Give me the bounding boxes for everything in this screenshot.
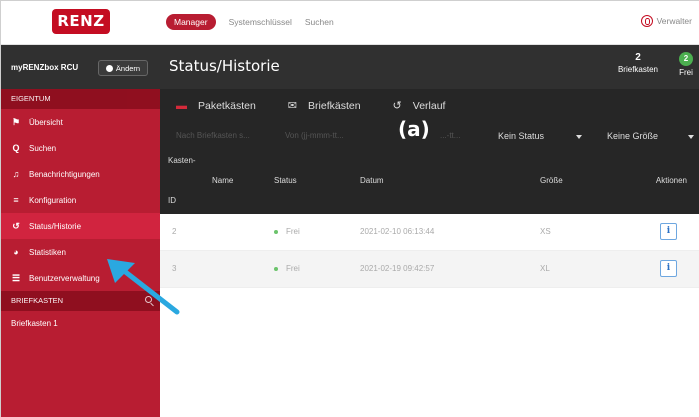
mailbox-search-icon[interactable] (145, 296, 152, 303)
change-button-label: Ändern (115, 63, 141, 73)
table-row[interactable]: 3 Frei 2021-02-19 09:42:57 XL i (160, 251, 699, 288)
sliders-icon: ≡ (13, 195, 19, 205)
history-icon: ↺ (12, 220, 20, 231)
info-button[interactable]: i (660, 223, 677, 240)
top-bar: RENZ Manager Systemschlüssel Suchen Verw… (1, 1, 699, 45)
column-status[interactable]: Status (274, 176, 297, 185)
sidebar-item-mailbox-1[interactable]: Briefkasten 1 (1, 311, 160, 336)
sidebar-item-notifications[interactable]: ♫ Benachrichtigungen (1, 161, 160, 187)
renz-logo[interactable]: RENZ (52, 9, 110, 34)
main-header: Status/Historie 2 Briefkasten 2 Frei (160, 45, 699, 89)
section-mailbox-label: BRIEFKASTEN (11, 296, 64, 305)
filter-bar: Nach Briefkasten s... Von (jj-mmm-tt... … (160, 117, 699, 150)
table-header: Kasten- ID Name Status Datum Größe Aktio… (160, 150, 699, 214)
stat-value: 2 (635, 52, 641, 63)
device-name: myRENZbox RCU (11, 62, 79, 72)
change-device-button[interactable]: Ändern (98, 60, 148, 76)
cell-size: XL (540, 264, 550, 273)
stat-label: Frei (679, 68, 693, 77)
status-filter-select[interactable]: Kein Status (498, 131, 583, 141)
cell-status: Frei (274, 264, 300, 273)
nav-search[interactable]: Suchen (305, 17, 334, 27)
sidebar-item-label: Übersicht (29, 117, 63, 127)
chevron-down-icon (688, 134, 695, 139)
column-id-line2: ID (168, 196, 176, 205)
table-row[interactable]: 2 Frei 2021-02-10 06:13:44 XS i (160, 214, 699, 251)
cell-status: Frei (274, 227, 300, 236)
cell-id: 2 (172, 227, 177, 236)
flag-icon: ⚑ (11, 116, 21, 127)
cell-id: 3 (172, 264, 177, 273)
history-icon: ↺ (392, 100, 402, 112)
pie-chart-icon: ◕ (13, 247, 19, 257)
column-actions: Aktionen (655, 176, 687, 185)
cell-size: XS (540, 227, 551, 236)
change-icon (105, 64, 113, 72)
sidebar-item-user-management[interactable]: ☰ Benutzerverwaltung (1, 265, 160, 291)
user-name: Verwalter (656, 16, 692, 26)
mailbox-filter-input[interactable]: Nach Briefkasten s... (176, 131, 250, 140)
tab-mailboxes[interactable]: ✉ Briefkästen (272, 89, 377, 122)
date-to-input[interactable]: ...-tt... (440, 131, 460, 140)
top-navigation: Manager Systemschlüssel Suchen (166, 14, 334, 30)
tab-label: Paketkästen (198, 99, 256, 112)
cell-status-text: Frei (286, 227, 300, 236)
envelope-icon: ✉ (287, 100, 298, 112)
sidebar-item-configuration[interactable]: ≡ Konfiguration (1, 187, 160, 213)
user-icon (640, 15, 653, 27)
sidebar-item-search[interactable]: Q Suchen (1, 135, 160, 161)
chevron-down-icon (576, 134, 583, 139)
stat-label: Briefkasten (617, 65, 658, 74)
cell-status-text: Frei (286, 264, 300, 273)
status-dot-icon (274, 266, 278, 271)
sidebar-item-status-history[interactable]: ↺ Status/Historie (1, 213, 160, 239)
parcel-icon: ▬ (176, 99, 187, 112)
nav-system-keys[interactable]: Systemschlüssel (229, 17, 292, 27)
column-date[interactable]: Datum (360, 176, 384, 185)
size-filter-select[interactable]: Keine Größe (607, 131, 695, 141)
list-icon: ☰ (11, 272, 21, 283)
free-count-badge: 2 (679, 52, 693, 66)
nav-manager[interactable]: Manager (166, 14, 216, 30)
sidebar-item-label: Benachrichtigungen (29, 169, 100, 179)
bell-icon: ♫ (12, 169, 20, 179)
sidebar-item-label: Status/Historie (29, 221, 82, 231)
device-header: myRENZbox RCU Ändern (1, 45, 160, 89)
sidebar-item-statistics[interactable]: ◕ Statistiken (1, 239, 160, 265)
date-from-input[interactable]: Von (jj-mmm-tt... (285, 131, 344, 140)
cell-date: 2021-02-19 09:42:57 (360, 264, 435, 273)
user-menu[interactable]: Verwalter (640, 15, 692, 27)
size-filter-value: Keine Größe (607, 131, 659, 141)
page-title: Status/Historie (169, 57, 280, 75)
sidebar-item-overview[interactable]: ⚑ Übersicht (1, 109, 160, 135)
annotation-label: (a) (398, 117, 430, 141)
column-id-line1: Kasten- (168, 156, 196, 165)
info-button[interactable]: i (660, 260, 677, 277)
main-content: Status/Historie 2 Briefkasten 2 Frei ▬ P… (160, 45, 699, 417)
column-size[interactable]: Größe (540, 176, 563, 185)
column-name[interactable]: Name (212, 176, 233, 185)
tab-label: Verlauf (412, 99, 446, 112)
sidebar-item-label: Suchen (29, 143, 57, 153)
search-icon: Q (12, 143, 20, 153)
sidebar-item-label: Konfiguration (29, 195, 77, 205)
sidebar-item-label: Benutzerverwaltung (29, 273, 100, 283)
sidebar-item-label: Statistiken (29, 247, 66, 257)
status-filter-value: Kein Status (498, 131, 545, 141)
section-property: EIGENTUM (1, 89, 160, 109)
sidebar: myRENZbox RCU Ändern EIGENTUM ⚑ Übersich… (1, 45, 160, 417)
stat-free-count: 2 Frei (679, 52, 693, 77)
section-mailbox: BRIEFKASTEN (1, 291, 160, 311)
tab-parcel-boxes[interactable]: ▬ Paketkästen (160, 89, 272, 122)
cell-date: 2021-02-10 06:13:44 (360, 227, 435, 236)
tab-label: Briefkästen (308, 99, 361, 112)
status-dot-icon (274, 229, 278, 234)
stat-mailbox-count: 2 Briefkasten (618, 52, 658, 74)
